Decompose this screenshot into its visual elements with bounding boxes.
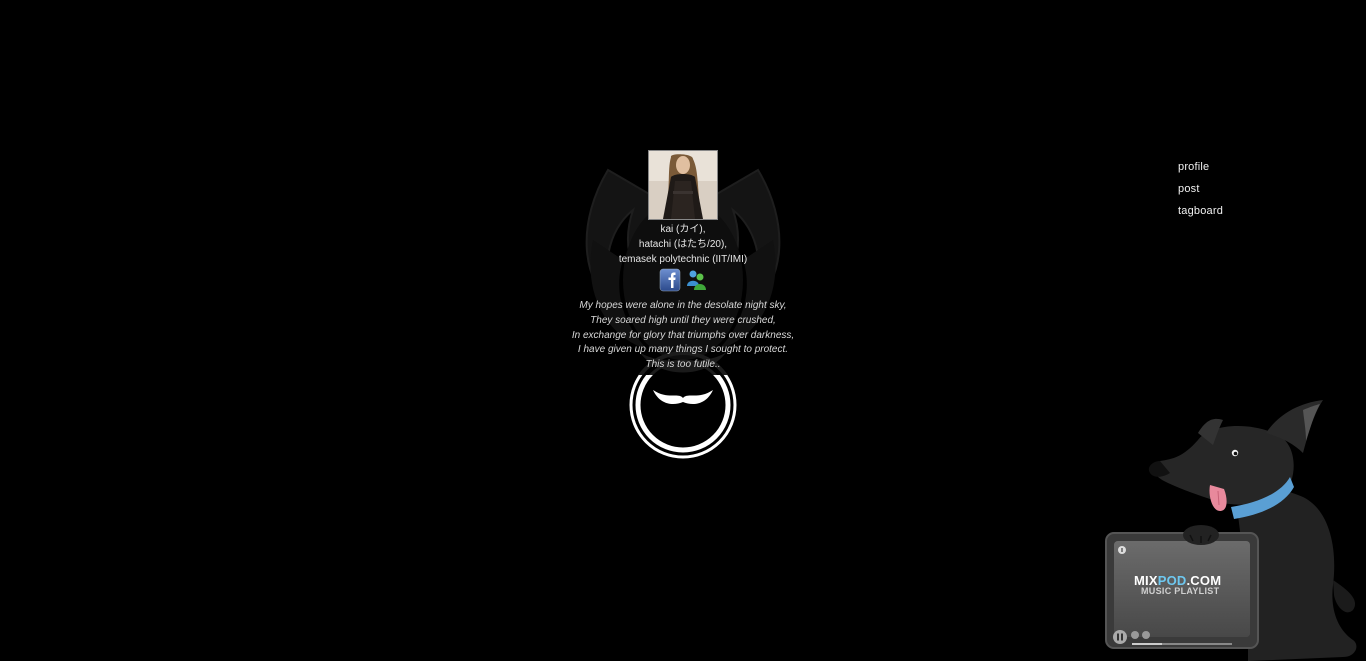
nav-profile-link[interactable]: profile [1178, 156, 1223, 178]
poem-line: I have given up many things I sought to … [577, 344, 789, 356]
facebook-icon[interactable] [659, 268, 681, 292]
poem-line: My hopes were alone in the desolate nigh… [579, 300, 787, 311]
bio-school: temasek polytechnic (IIT/IMI) [618, 254, 748, 265]
poem-line: In exchange for glory that triumphs over… [571, 329, 795, 341]
poem-line: This is too futile.. [645, 359, 721, 371]
nav-tagboard-link[interactable]: tagboard [1178, 200, 1223, 222]
poem-line: They soared high until they were crushed… [590, 314, 776, 326]
nav-post-link[interactable]: post [1178, 178, 1223, 200]
poem: My hopes were alone in the desolate nigh… [533, 299, 833, 373]
page: kai (カイ), hatachi (はたち/20), temasek poly… [0, 0, 1366, 661]
mixpod-player-widget[interactable]: MIXPOD.COM MUSIC PLAYLIST [1098, 395, 1366, 661]
mixpod-dog-illustration [1105, 400, 1357, 661]
bio-age: hatachi (はたち/20), [638, 239, 728, 250]
profile-avatar [648, 150, 718, 220]
social-links [533, 268, 833, 294]
msn-messenger-icon[interactable] [685, 268, 707, 292]
profile-block: kai (カイ), hatachi (はたち/20), temasek poly… [533, 150, 833, 373]
site-nav: profile post tagboard [1178, 156, 1223, 222]
bio-name: kai (カイ), [660, 224, 706, 235]
mixpod-subtitle: MUSIC PLAYLIST [1141, 586, 1220, 596]
